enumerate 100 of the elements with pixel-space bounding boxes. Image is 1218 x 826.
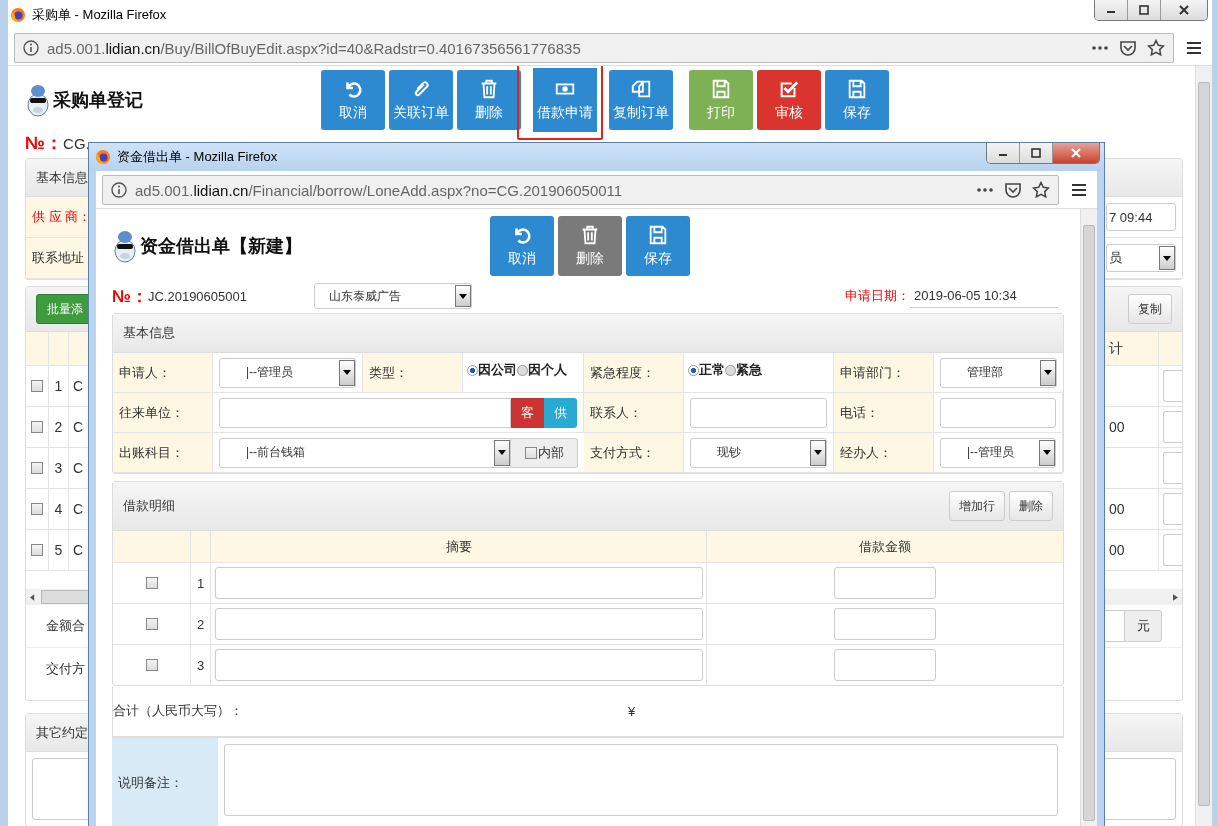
order-number: CG.: [63, 134, 90, 152]
table-action-button[interactable]: 删除: [1009, 491, 1053, 521]
input-field[interactable]: [219, 397, 511, 428]
table-cell-text: C: [73, 460, 85, 476]
checkbox[interactable]: [31, 503, 43, 515]
page-title: 资金借出单【新建】: [140, 235, 302, 258]
pocket-icon[interactable]: [1004, 181, 1022, 199]
address-bar[interactable]: ad5.001.lidian.cn/Buy/BillOfBuyEdit.aspx?id=40&Radstr=0.40167356561776835: [14, 33, 1174, 63]
checkbox[interactable]: [31, 380, 43, 392]
table-cell: 00: [1109, 542, 1125, 558]
table-cell-text: C: [73, 419, 85, 435]
caret-icon: [1163, 255, 1171, 261]
scroll-right-icon[interactable]: [1173, 593, 1178, 601]
maximize-icon: [1139, 5, 1149, 15]
select-field[interactable]: 现钞: [690, 437, 827, 468]
close-button[interactable]: [1053, 143, 1099, 163]
mascot-icon: [112, 229, 138, 263]
date-label: 申请日期：: [845, 287, 910, 305]
maximize-button[interactable]: [1128, 0, 1161, 20]
picker-button[interactable]: 客: [511, 397, 544, 428]
field-label: 经办人：: [840, 443, 892, 462]
maximize-button[interactable]: [1020, 143, 1053, 163]
radio-button[interactable]: [467, 364, 478, 376]
toolbar-button[interactable]: 删除: [558, 216, 622, 276]
amount-field[interactable]: [834, 649, 936, 681]
scrollbar[interactable]: [1080, 209, 1097, 826]
remarks-field[interactable]: [224, 744, 1058, 816]
copy-button[interactable]: 复制: [1128, 294, 1172, 324]
row-number: 4: [49, 489, 69, 529]
summary-field[interactable]: [214, 649, 703, 681]
close-button[interactable]: [1161, 0, 1207, 20]
checkbox[interactable]: [145, 618, 158, 630]
input-field[interactable]: [1163, 534, 1182, 566]
summary-field[interactable]: [214, 567, 703, 599]
radio-button[interactable]: [688, 364, 699, 376]
table-cell: 00: [1109, 419, 1125, 435]
caret-icon: [498, 450, 506, 455]
field-label: 联系地址: [32, 249, 85, 267]
table-action-button[interactable]: 增加行: [949, 491, 1005, 521]
toolbar-button[interactable]: 保存: [825, 70, 889, 130]
select-field[interactable]: |--管理员: [940, 437, 1056, 468]
checkbox[interactable]: [145, 659, 158, 671]
select-field[interactable]: 员: [1106, 244, 1176, 272]
amount-field[interactable]: [834, 608, 936, 640]
input-field[interactable]: [1163, 493, 1182, 525]
input-field[interactable]: [1163, 370, 1182, 402]
scrollbar[interactable]: [1195, 66, 1212, 826]
caret-icon: [343, 370, 351, 375]
summary-field[interactable]: [214, 608, 703, 640]
checkbox[interactable]: [31, 421, 43, 433]
minimize-button[interactable]: [987, 143, 1020, 163]
maximize-icon: [1031, 148, 1041, 158]
section-title: 基本信息: [123, 324, 175, 342]
checkbox[interactable]: [31, 544, 43, 556]
star-icon[interactable]: [1147, 39, 1165, 57]
input-field[interactable]: [1163, 411, 1182, 443]
radio-button[interactable]: [517, 364, 528, 376]
column-header: 计: [1109, 332, 1159, 365]
input-field[interactable]: [1163, 452, 1182, 484]
checkbox[interactable]: [524, 446, 537, 459]
menu-icon[interactable]: [1071, 182, 1087, 198]
checkbox[interactable]: [31, 462, 43, 474]
checkbox-label: 内部: [537, 443, 564, 462]
table-cell: 00: [1109, 501, 1125, 517]
company-select[interactable]: 山东泰威广告: [313, 283, 472, 309]
input-field[interactable]: [940, 397, 1056, 428]
radio-label: 因个人: [528, 361, 567, 379]
toolbar-button[interactable]: 借款申请: [517, 66, 603, 140]
amount-field[interactable]: [834, 567, 936, 599]
field-label: 金额合: [46, 617, 85, 635]
date-field[interactable]: 2019-06-05 10:34: [910, 284, 1058, 308]
select-field[interactable]: |--管理员: [219, 357, 356, 388]
minimize-button[interactable]: [1095, 0, 1128, 20]
total-label: 合计（人民币大写）：: [113, 702, 244, 720]
row-number: 5: [49, 530, 69, 570]
section-title: 其它约定: [36, 723, 88, 742]
toolbar-button[interactable]: 复制订单: [609, 70, 673, 130]
close-icon: [1179, 5, 1189, 15]
menu-icon[interactable]: [1186, 40, 1202, 56]
toolbar-button[interactable]: 保存: [626, 216, 690, 276]
checkbox[interactable]: [145, 577, 158, 589]
input-field[interactable]: [690, 397, 827, 428]
toolbar-button[interactable]: 审核: [757, 70, 821, 130]
toolbar-button[interactable]: 删除: [457, 70, 521, 130]
select-field[interactable]: 管理部: [940, 357, 1057, 388]
radio-button[interactable]: [725, 364, 736, 376]
toolbar-button[interactable]: 取消: [321, 70, 385, 130]
copy-icon: [630, 78, 652, 100]
field-label: 说明备注：: [112, 738, 218, 826]
toolbar-button[interactable]: 关联订单: [389, 70, 453, 130]
scroll-left-icon[interactable]: [30, 593, 35, 601]
toolbar-button[interactable]: 取消: [490, 216, 554, 276]
address-bar[interactable]: ad5.001.lidian.cn/Financial/borrow/LoneAdd.aspx?no=CG.201906050011: [102, 175, 1059, 205]
select-field[interactable]: |--前台钱箱: [219, 437, 511, 468]
date-field[interactable]: 7 09:44: [1106, 203, 1176, 231]
document-number: JC.20190605001: [147, 288, 248, 304]
row-number: 1: [49, 366, 69, 406]
radio-label: 紧急: [736, 361, 762, 379]
star-icon[interactable]: [1032, 181, 1050, 199]
pocket-icon[interactable]: [1119, 39, 1137, 57]
